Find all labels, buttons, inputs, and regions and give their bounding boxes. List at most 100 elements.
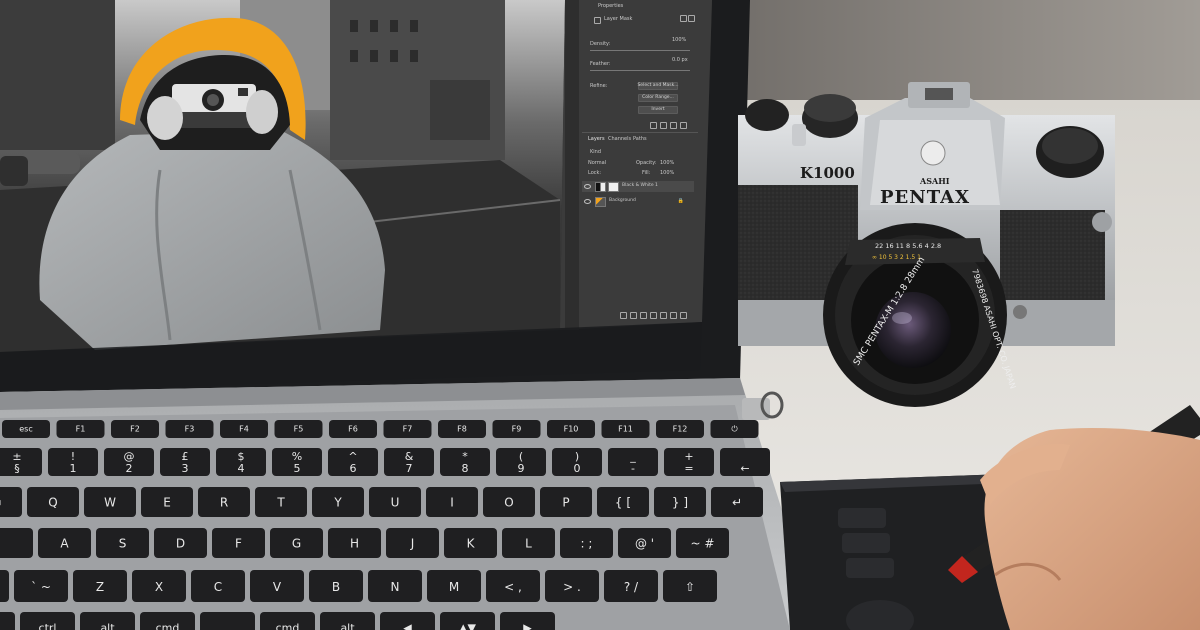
load-selection-icon[interactable] <box>650 122 657 129</box>
key[interactable] <box>0 528 33 558</box>
key-label: cmd <box>276 622 300 630</box>
layer-row[interactable]: Black & White 1 <box>582 181 694 192</box>
key-label: < , <box>504 580 522 594</box>
key-label: 2 <box>126 462 133 475</box>
key-label: F10 <box>564 425 579 434</box>
key-label: F3 <box>185 425 195 434</box>
fill-label: Fill: <box>642 170 651 176</box>
opacity-value[interactable]: 100% <box>660 161 674 166</box>
key-label: X <box>155 580 163 594</box>
key-label: F5 <box>294 425 304 434</box>
key-label: * <box>462 450 468 463</box>
key-label: ± <box>12 450 21 463</box>
key-label: ▶ <box>523 622 532 630</box>
key-label: > . <box>563 580 581 594</box>
visibility-eye-icon[interactable] <box>584 199 591 204</box>
blend-mode-select[interactable]: Normal <box>588 161 606 166</box>
vector-mask-icon[interactable] <box>688 15 695 22</box>
tablet-express-key <box>846 558 894 578</box>
camera-maker-small: ASAHI <box>919 176 950 186</box>
apply-mask-icon[interactable] <box>660 122 667 129</box>
key-label: - <box>631 462 635 475</box>
feather-slider[interactable] <box>590 70 690 71</box>
key-label: cmd <box>156 622 180 630</box>
key[interactable] <box>0 487 22 517</box>
link-layers-icon[interactable] <box>620 312 627 319</box>
camera-model-label: K1000 <box>800 164 855 182</box>
new-group-icon[interactable] <box>660 312 667 319</box>
tab-layers[interactable]: Layers <box>588 137 605 142</box>
key-label: esc <box>19 425 33 434</box>
key-label: : ; <box>581 537 593 551</box>
key-label: ! <box>71 450 75 463</box>
key-label: ▲▼ <box>459 622 476 630</box>
key-label: R <box>220 496 228 510</box>
density-value[interactable]: 100% <box>672 38 686 43</box>
trash-icon[interactable] <box>680 312 687 319</box>
properties-tab[interactable]: Properties <box>598 4 623 9</box>
key-label: 8 <box>462 462 469 475</box>
key-label: V <box>273 580 282 594</box>
key-label: = <box>684 462 693 475</box>
key-label: L <box>525 537 532 551</box>
key-label: I <box>450 496 454 510</box>
key-label: S <box>119 537 127 551</box>
select-and-mask-button[interactable]: Select and Mask... <box>637 82 679 90</box>
feather-value[interactable]: 0.0 px <box>672 58 688 63</box>
key-label: _ <box>629 450 636 463</box>
key-label: alt <box>340 622 355 630</box>
layer-row[interactable]: Background 🔒 <box>582 196 694 207</box>
add-style-icon[interactable] <box>630 312 637 319</box>
photoshop-properties-panel: Properties Layer Mask Density: 100% Feat… <box>580 0 698 319</box>
key-label: F7 <box>403 425 413 434</box>
key-label: 4 <box>238 462 245 475</box>
pentax-logo-badge <box>920 140 946 166</box>
key-label: W <box>104 496 116 510</box>
key-label: O <box>504 496 513 510</box>
key[interactable] <box>0 612 15 630</box>
parked-car <box>20 152 80 174</box>
layer-filter-kind[interactable]: Kind <box>590 150 601 155</box>
key-label: 0 <box>574 462 581 475</box>
key-label: Z <box>96 580 104 594</box>
background-layer-thumbnail <box>595 196 606 207</box>
key-label: @ <box>124 450 135 463</box>
key-label: H <box>350 537 359 551</box>
lens-glass <box>875 292 951 368</box>
camera-maker-label: PENTAX <box>880 187 970 208</box>
add-mask-icon[interactable] <box>640 312 647 319</box>
disable-mask-icon[interactable] <box>670 122 677 129</box>
key-label: ◀ <box>403 622 412 630</box>
visibility-eye-icon[interactable] <box>584 184 591 189</box>
key-label: ← <box>740 462 749 475</box>
key-label: F1 <box>76 425 86 434</box>
tab-paths[interactable]: Paths <box>633 137 647 142</box>
fill-value[interactable]: 100% <box>660 171 674 176</box>
color-range-button[interactable]: Color Range... <box>638 94 678 102</box>
adjustment-layer-thumbnail <box>595 181 606 192</box>
tab-channels[interactable]: Channels <box>608 137 631 142</box>
key-label: ↵ <box>732 496 742 510</box>
key-label: F11 <box>618 425 633 434</box>
delete-mask-icon[interactable] <box>680 122 687 129</box>
key-label: G <box>292 537 301 551</box>
pixel-mask-icon[interactable] <box>680 15 687 22</box>
key[interactable] <box>200 612 255 630</box>
key-label: K <box>467 537 476 551</box>
new-fill-layer-icon[interactable] <box>650 312 657 319</box>
mask-icon[interactable] <box>594 17 601 24</box>
key-label: T <box>276 496 285 510</box>
feather-label: Feather: <box>590 61 611 67</box>
invert-button[interactable]: Invert <box>638 106 678 114</box>
tablet-express-key <box>842 533 890 553</box>
new-layer-icon[interactable] <box>670 312 677 319</box>
key-label: Y <box>333 496 342 510</box>
key-label: M <box>449 580 459 594</box>
key-label: Q <box>48 496 57 510</box>
density-slider[interactable] <box>590 50 690 51</box>
lens-aperture-scale: ∞ 10 5 3 2 1.5 1 <box>872 254 921 261</box>
key-label: @ ' <box>635 537 654 551</box>
key-label: F2 <box>130 425 140 434</box>
layer-mask-thumbnail <box>608 181 619 192</box>
key[interactable] <box>0 570 9 602</box>
